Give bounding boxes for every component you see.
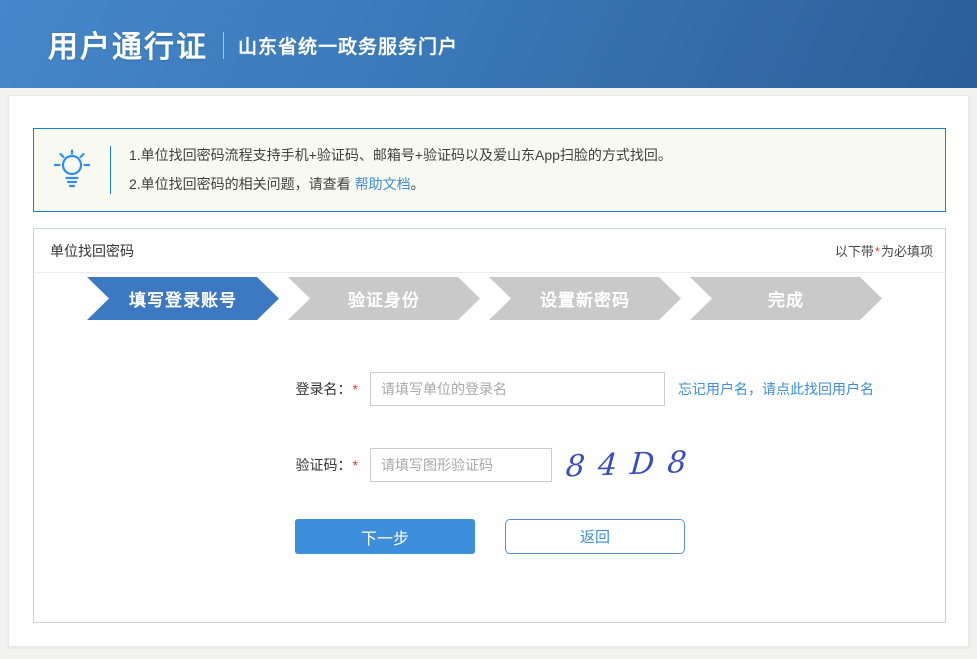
captcha-label-text: 验证码：	[296, 457, 352, 473]
step-label: 填写登录账号	[129, 286, 237, 311]
page-title: 用户通行证	[48, 22, 208, 66]
tip-line-1: 1.单位找回密码流程支持手机+验证码、邮箱号+验证码以及爱山东App扫脸的方式找…	[129, 141, 672, 170]
step-label: 验证身份	[348, 286, 420, 311]
lightbulb-icon	[34, 149, 110, 191]
steps-bar: 填写登录账号 验证身份 设置新密码 完成	[87, 277, 882, 320]
captcha-required-star: *	[352, 457, 359, 473]
panel-title: 单位找回密码	[50, 241, 134, 261]
login-name-input[interactable]	[370, 372, 665, 406]
tips-box: 1.单位找回密码流程支持手机+验证码、邮箱号+验证码以及爱山东App扫脸的方式找…	[33, 128, 946, 212]
step-label: 设置新密码	[540, 286, 630, 311]
tip-line-2-period: 。	[411, 176, 425, 192]
required-star: *	[874, 244, 881, 259]
login-name-label: 登录名：*	[34, 379, 359, 399]
password-recovery-panel: 单位找回密码 以下带*为必填项 填写登录账号 验证身份 设置新密码 完成 登录名…	[33, 228, 946, 623]
help-doc-link[interactable]: 帮助文档	[355, 176, 411, 192]
captcha-image[interactable]: 84D8	[565, 446, 701, 485]
required-note: 以下带*为必填项	[835, 241, 933, 260]
login-required-star: *	[352, 381, 359, 397]
forgot-username-link[interactable]: 忘记用户名，请点此找回用户名	[678, 379, 874, 399]
header-banner: 用户通行证 山东省统一政务服务门户	[0, 0, 977, 88]
step-set-new-password: 设置新密码	[489, 277, 681, 320]
next-step-button[interactable]: 下一步	[295, 519, 475, 554]
step-fill-login-account: 填写登录账号	[87, 277, 279, 320]
captcha-label: 验证码：*	[34, 455, 359, 475]
tip-line-2-text: 2.单位找回密码的相关问题，请查看	[129, 176, 355, 192]
login-name-row: 登录名：* 忘记用户名，请点此找回用户名	[34, 372, 945, 406]
step-complete: 完成	[690, 277, 882, 320]
tip-line-2: 2.单位找回密码的相关问题，请查看 帮助文档。	[129, 170, 672, 199]
panel-header: 单位找回密码 以下带*为必填项	[34, 229, 945, 273]
captcha-row: 验证码：* 84D8	[34, 448, 945, 482]
header-divider	[223, 32, 224, 59]
login-name-label-text: 登录名：	[296, 381, 352, 397]
step-verify-identity: 验证身份	[288, 277, 480, 320]
portal-subtitle: 山东省统一政务服务门户	[238, 32, 458, 59]
step-label: 完成	[768, 286, 804, 311]
tip-text-block: 1.单位找回密码流程支持手机+验证码、邮箱号+验证码以及爱山东App扫脸的方式找…	[111, 141, 672, 199]
captcha-input[interactable]	[370, 448, 552, 482]
button-row: 下一步 返回	[295, 519, 685, 554]
back-button[interactable]: 返回	[505, 519, 685, 554]
required-note-prefix: 以下带	[835, 244, 874, 259]
required-note-suffix: 为必填项	[881, 244, 933, 259]
content-card: 1.单位找回密码流程支持手机+验证码、邮箱号+验证码以及爱山东App扫脸的方式找…	[8, 95, 969, 647]
